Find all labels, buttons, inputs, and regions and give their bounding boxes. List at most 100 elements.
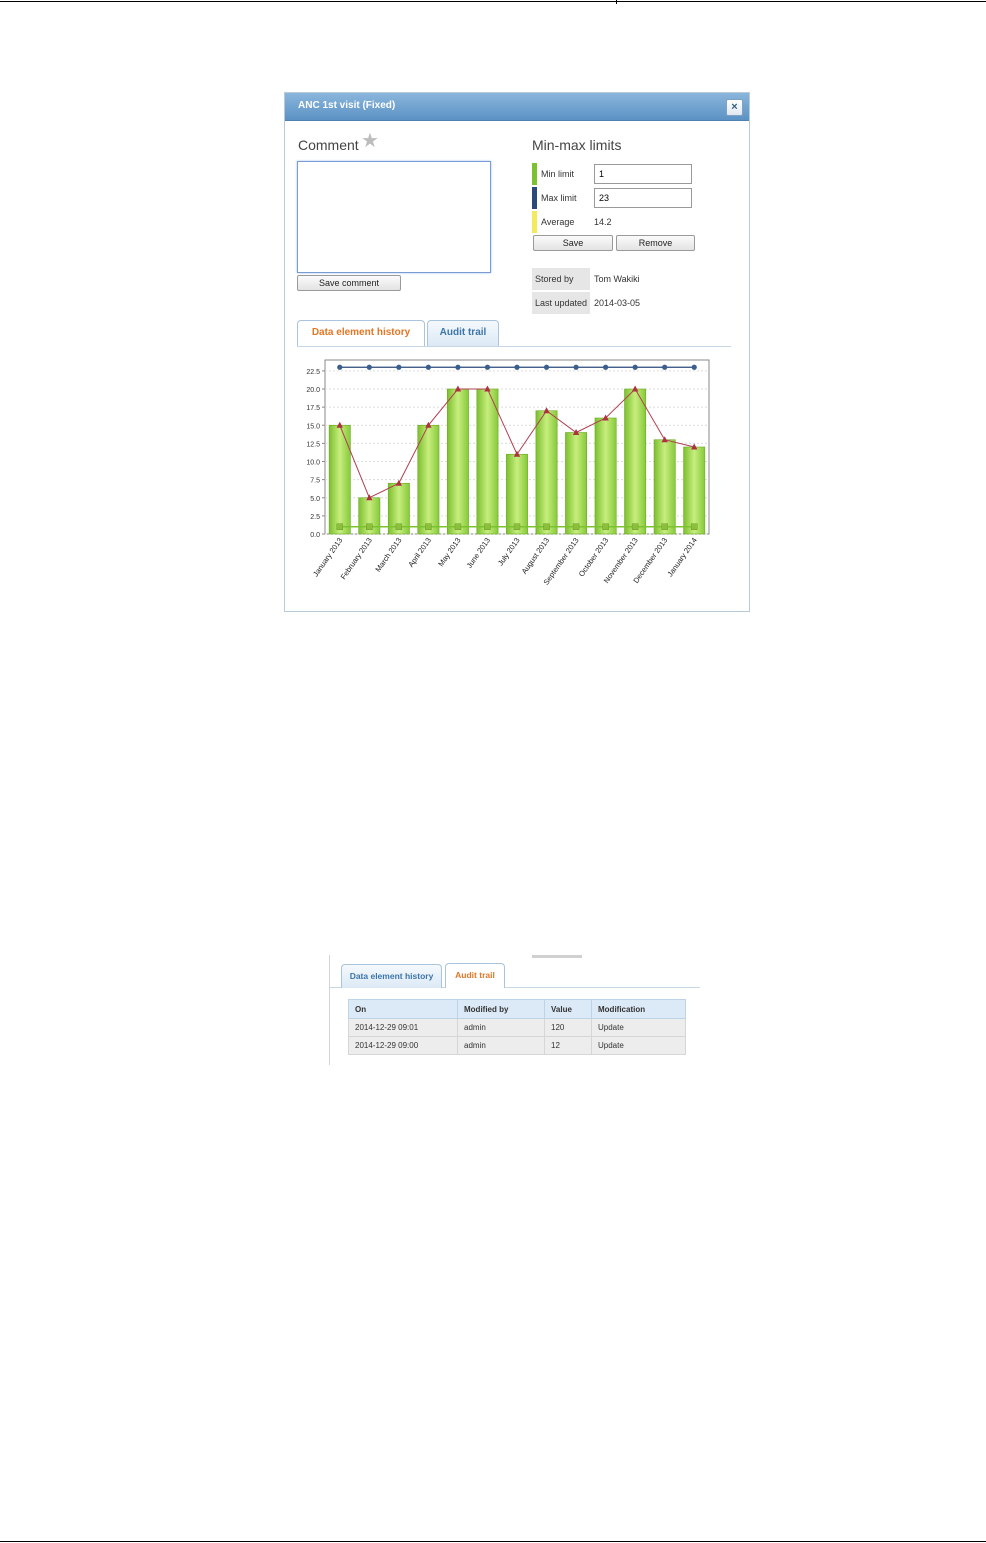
- tab-data-element-history[interactable]: Data element history: [297, 320, 425, 346]
- max-limit-point: [543, 364, 550, 370]
- last-updated-label: Last updated: [532, 292, 590, 314]
- min-limit-point: [454, 523, 462, 530]
- chart-bar: [417, 424, 440, 535]
- last-updated-row: Last updated 2014-03-05: [532, 292, 692, 314]
- max-limit-input[interactable]: [594, 188, 692, 208]
- dialog-title: ANC 1st visit (Fixed): [298, 100, 396, 111]
- min-limit-input[interactable]: [594, 164, 692, 184]
- min-limit-point: [572, 523, 580, 530]
- x-tick-label: August 2013: [520, 536, 552, 576]
- audit-table-header: On Modified by Value Modification: [348, 999, 686, 1019]
- audit-tab-audit-trail[interactable]: Audit trail: [445, 963, 505, 988]
- average-label: Average: [541, 217, 575, 227]
- y-tick-label: 22.5: [306, 369, 320, 376]
- y-tick-label: 5.0: [310, 496, 320, 503]
- x-tick-label: January 2013: [311, 536, 344, 578]
- last-updated-value: 2014-03-05: [594, 298, 641, 308]
- max-limit-point: [425, 364, 431, 370]
- max-limit-point: [632, 364, 638, 370]
- max-limit-point: [337, 364, 343, 370]
- row-value: 12: [544, 1036, 592, 1055]
- remove-limits-button[interactable]: Remove: [616, 235, 695, 251]
- row-on: 2014-12-29 09:01: [348, 1018, 458, 1037]
- tab-audit-trail[interactable]: Audit trail: [427, 320, 499, 346]
- max-limit-point: [691, 364, 697, 370]
- max-limit-row: Max limit: [532, 187, 692, 209]
- audit-scroll-indicator: [532, 955, 582, 958]
- save-limits-button[interactable]: Save: [533, 235, 613, 251]
- header-on[interactable]: On: [348, 999, 458, 1019]
- page-top-rule: [0, 1, 986, 2]
- min-max-heading: Min-max limits: [532, 137, 622, 153]
- x-tick-label: April 2013: [406, 536, 433, 569]
- chart-bar: [506, 453, 528, 535]
- chart-bar: [565, 432, 588, 535]
- max-limit-point: [366, 364, 372, 370]
- max-color-swatch: [532, 187, 537, 209]
- min-limit-point: [366, 523, 373, 530]
- min-limit-point: [513, 523, 521, 530]
- x-tick-label: June 2013: [465, 536, 492, 570]
- min-color-swatch: [532, 163, 537, 185]
- table-row: 2014-12-29 09:00 admin 12 Update: [348, 1036, 686, 1055]
- min-limit-point: [661, 523, 668, 530]
- average-row: Average 14.2: [532, 211, 692, 233]
- row-on: 2014-12-29 09:00: [348, 1036, 458, 1055]
- min-limit-point: [631, 523, 639, 530]
- save-comment-button[interactable]: Save comment: [297, 275, 401, 291]
- row-value: 120: [544, 1018, 592, 1037]
- x-tick-label: March 2013: [373, 536, 403, 574]
- min-limit-point: [336, 523, 344, 530]
- row-modified-by: admin: [457, 1018, 545, 1037]
- audit-tab-data-element-history[interactable]: Data element history: [341, 964, 442, 988]
- header-modification[interactable]: Modification: [591, 999, 686, 1019]
- chart-bar: [594, 417, 617, 535]
- row-modification: Update: [591, 1018, 686, 1037]
- stored-by-row: Stored by Tom Wakiki: [532, 268, 692, 290]
- chart-bar: [446, 388, 469, 535]
- x-tick-label: January 2014: [665, 536, 698, 578]
- row-modified-by: admin: [457, 1036, 545, 1055]
- min-limit-point: [543, 523, 550, 530]
- max-limit-point: [455, 364, 461, 370]
- max-limit-label: Max limit: [541, 193, 577, 203]
- chart-bar: [328, 424, 351, 535]
- page-top-rule-tick: [616, 0, 617, 4]
- max-limit-point: [514, 364, 520, 370]
- y-tick-label: 10.0: [306, 460, 320, 467]
- chart-bar: [653, 439, 676, 535]
- header-value[interactable]: Value: [544, 999, 592, 1019]
- min-limit-point: [690, 523, 698, 530]
- comment-input[interactable]: [297, 161, 491, 273]
- star-icon[interactable]: ★: [361, 131, 379, 151]
- max-limit-point: [603, 364, 609, 370]
- y-tick-label: 7.5: [310, 478, 320, 485]
- audit-trail-panel: Data element history Audit trail On Modi…: [329, 955, 705, 1065]
- stored-by-label: Stored by: [532, 268, 590, 290]
- min-limit-point: [602, 523, 609, 530]
- data-element-history-chart: 0.0 2.5 5.0 7.5 10.0 12.5 15.0 17.5 20.0 22.5 Janu…: [306, 359, 710, 587]
- dialog-titlebar[interactable]: ANC 1st visit (Fixed) ×: [285, 93, 749, 121]
- row-modification: Update: [591, 1036, 686, 1055]
- max-limit-point: [396, 364, 402, 370]
- min-limit-point: [484, 523, 491, 530]
- table-row: 2014-12-29 09:01 admin 120 Update: [348, 1018, 686, 1037]
- y-tick-label: 15.0: [306, 423, 320, 430]
- chart-bar: [535, 410, 558, 535]
- max-limit-point: [662, 364, 668, 370]
- average-color-swatch: [532, 211, 537, 233]
- audit-table: On Modified by Value Modification 2014-1…: [348, 999, 686, 1055]
- close-icon[interactable]: ×: [726, 99, 743, 116]
- min-limit-point: [425, 523, 432, 530]
- y-tick-label: 2.5: [310, 514, 320, 521]
- y-tick-label: 17.5: [306, 405, 320, 412]
- header-modified-by[interactable]: Modified by: [457, 999, 545, 1019]
- min-limit-row: Min limit: [532, 163, 692, 185]
- stored-by-value: Tom Wakiki: [594, 274, 640, 284]
- x-tick-label: February 2013: [339, 536, 374, 581]
- y-tick-label: 0.0: [310, 532, 320, 539]
- chart-bar: [476, 388, 499, 535]
- y-tick-label: 12.5: [306, 441, 320, 448]
- x-tick-label: October 2013: [577, 536, 610, 578]
- min-limit-point: [395, 523, 403, 530]
